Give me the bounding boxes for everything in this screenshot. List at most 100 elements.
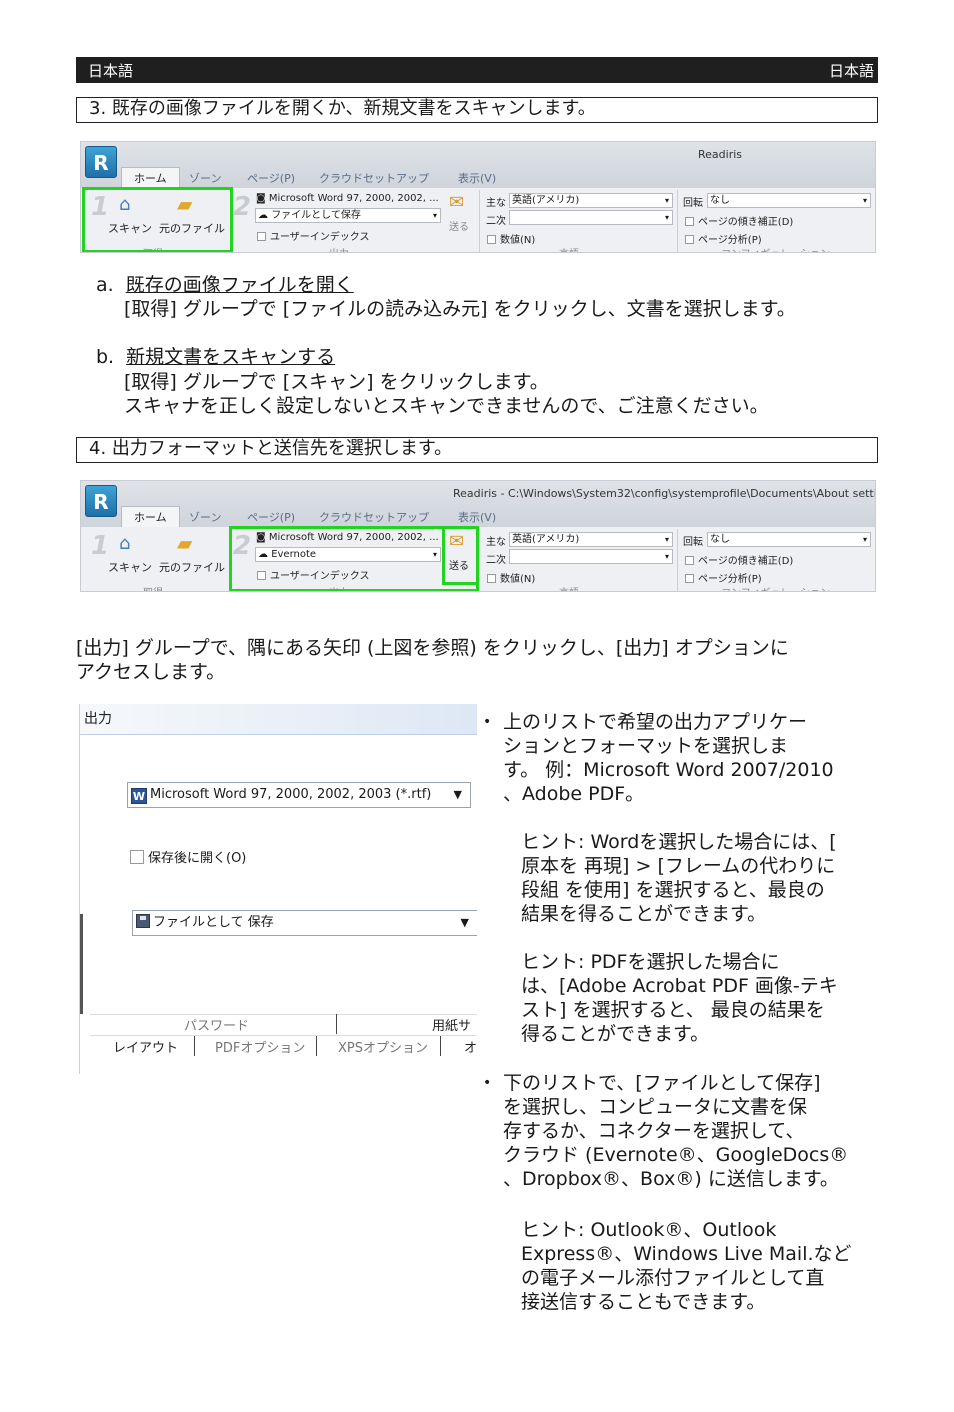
checkbox-icon — [685, 556, 694, 565]
save-icon — [136, 914, 150, 928]
word-format-icon: ◙ — [256, 193, 269, 204]
tab-separator — [440, 1036, 441, 1056]
tab-cloud-setup[interactable]: クラウドセットアップ — [319, 170, 429, 186]
bullet-dot: • — [483, 1075, 492, 1091]
destination-dropdown[interactable]: ファイルとして 保存 ▼ — [132, 910, 477, 936]
tab-home[interactable]: ホーム — [121, 167, 180, 189]
step3-heading: 3. 既存の画像ファイルを開くか、新規文書をスキャンします。 — [76, 97, 878, 123]
page-analysis-checkbox[interactable]: ページ分析(P) — [685, 231, 762, 246]
secondary-language-label: 二次 — [486, 555, 506, 566]
numeric-checkbox[interactable]: 数値(N) — [487, 231, 535, 246]
tab-xps-options[interactable]: XPSオプション — [338, 1037, 428, 1056]
tab-other[interactable]: オ — [464, 1037, 477, 1056]
tab-page[interactable]: ページ(P) — [247, 509, 295, 525]
dialog-edge — [80, 914, 83, 1014]
chevron-down-icon: ▾ — [432, 211, 437, 220]
tab-separator — [194, 1036, 195, 1056]
ribbon-tabs: ホーム ゾーン ページ(P) クラウドセットアップ 表示(V) — [81, 167, 875, 189]
send-button[interactable]: 送る — [449, 218, 469, 233]
text-line: 、Dropbox®、Box®) に送信します。 — [503, 1168, 839, 1190]
text-line: 存するか、コネクターを選択して、 — [503, 1120, 805, 1142]
primary-language-dropdown[interactable]: 英語(アメリカ) ▾ — [509, 532, 673, 547]
scan-button[interactable]: スキャン — [108, 559, 152, 575]
separator — [479, 529, 480, 591]
page-analysis-checkbox[interactable]: ページ分析(P) — [685, 570, 762, 585]
text-line: ヒント: PDFを選択した場合に — [521, 951, 780, 973]
open-after-save-label: 保存後に開く(O) — [148, 851, 247, 866]
user-index-checkbox[interactable]: ユーザーインデックス — [257, 228, 370, 243]
numeric-label: 数値(N) — [500, 235, 536, 246]
rotate-label: 回転 — [683, 537, 703, 548]
word-icon: W — [131, 788, 147, 804]
tab-paper-size[interactable]: 用紙サ — [432, 1015, 471, 1034]
primary-language-label: 主な — [486, 198, 506, 209]
numeric-checkbox[interactable]: 数値(N) — [487, 570, 535, 585]
item-b-text-1: [取得] グループで [スキャン] をクリックします。 — [124, 371, 549, 393]
bullet-1-text: 上のリストで希望の出力アプリケー ションとフォーマットを選択しま す。 例：Mi… — [503, 710, 834, 806]
deskew-checkbox[interactable]: ページの傾き補正(D) — [685, 213, 793, 228]
text-line: 上のリストで希望の出力アプリケー — [503, 711, 808, 733]
checkbox-checked-icon — [685, 235, 694, 244]
chevron-down-icon: ▾ — [862, 196, 867, 205]
text-line: す。 例：Microsoft Word 2007/2010 — [503, 759, 834, 781]
tab-view[interactable]: 表示(V) — [458, 509, 496, 525]
checkbox-checked-icon — [685, 574, 694, 583]
folder-icon: ▰ — [177, 531, 193, 555]
rotate-dropdown[interactable]: なし ▾ — [707, 532, 871, 547]
tab-home[interactable]: ホーム — [121, 506, 180, 528]
text-line: は、[Adobe Acrobat PDF 画像-テキ — [521, 975, 838, 997]
source-file-button[interactable]: 元のファイル — [159, 559, 225, 575]
text-line: 結果を得ることができます。 — [521, 903, 767, 925]
header-language-right: 日本語 — [828, 62, 874, 80]
tab-pdf-options[interactable]: PDFオプション — [215, 1037, 305, 1056]
checkbox-icon — [487, 574, 496, 583]
tab-password[interactable]: パスワード — [184, 1015, 249, 1034]
tab-zone[interactable]: ゾーン — [189, 509, 221, 525]
primary-language-value: 英語(アメリカ) — [512, 195, 580, 206]
chevron-down-icon: ▼ — [453, 788, 462, 801]
deskew-checkbox[interactable]: ページの傾き補正(D) — [685, 552, 793, 567]
group-acquire-label: 取得 — [143, 584, 163, 591]
checkbox-icon — [685, 217, 694, 226]
text-line: スト] を選択すると、 最良の結果を — [521, 999, 825, 1021]
open-after-save-checkbox[interactable]: 保存後に開く(O) — [130, 847, 246, 866]
text-line: クラウド (Evernote®、GoogleDocs® — [503, 1144, 849, 1166]
chevron-down-icon: ▾ — [664, 196, 669, 205]
rotate-dropdown[interactable]: なし ▾ — [707, 193, 871, 208]
tab-cloud-setup[interactable]: クラウドセットアップ — [319, 509, 429, 525]
dialog-divider — [80, 734, 477, 735]
tab-layout[interactable]: レイアウト — [113, 1037, 178, 1056]
group2-number: 2 — [233, 192, 252, 222]
item-b-text-2: スキャナを正しく設定しないとスキャンできませんので、ご注意ください。 — [124, 395, 769, 417]
bullet-2-text: 下のリストで、[ファイルとして保存] を選択し、コンピュータに文書を保 存するか… — [503, 1071, 848, 1191]
item-a-marker: a. — [96, 274, 114, 296]
output-format-dropdown[interactable]: W Microsoft Word 97, 2000, 2002, 2003 (*.… — [127, 782, 471, 808]
group-language-label: 言語 — [559, 245, 579, 252]
text-line: を選択し、コンピュータに文書を保 — [503, 1096, 808, 1118]
tab-zone[interactable]: ゾーン — [189, 170, 221, 186]
deskew-label: ページの傾き補正(D) — [698, 556, 794, 567]
group-language-label: 言語 — [559, 584, 579, 591]
text-line: 下のリストで、[ファイルとして保存] — [503, 1072, 821, 1094]
destination-dropdown[interactable]: ☁ ファイルとして保存 ▾ — [255, 208, 441, 223]
primary-language-dropdown[interactable]: 英語(アメリカ) ▾ — [509, 193, 673, 208]
format-selector[interactable]: ◙ Microsoft Word 97, 2000, 2002, ... — [256, 193, 439, 204]
send-icon: ✉ — [449, 192, 465, 213]
secondary-language-dropdown[interactable]: ▾ — [509, 210, 673, 225]
destination-value: ファイルとして保存 — [271, 210, 361, 221]
separator — [677, 190, 678, 252]
primary-language-label: 主な — [486, 537, 506, 548]
header-language-left: 日本語 — [88, 62, 134, 80]
ribbon-tabs: ホーム ゾーン ページ(P) クラウドセットアップ 表示(V) — [81, 506, 875, 528]
chevron-down-icon: ▾ — [664, 535, 669, 544]
tab-page[interactable]: ページ(P) — [247, 170, 295, 186]
separator — [479, 190, 480, 252]
text-line: ヒント: Outlook®、Outlook — [521, 1219, 777, 1241]
output-format-value: Microsoft Word 97, 2000, 2002, 2003 (*.r… — [150, 787, 432, 802]
item-a-heading: 既存の画像ファイルを開く — [125, 274, 354, 296]
separator — [677, 529, 678, 591]
chevron-down-icon: ▼ — [460, 916, 469, 929]
item-a: a. 既存の画像ファイルを開く — [96, 273, 354, 297]
secondary-language-dropdown[interactable]: ▾ — [509, 549, 673, 564]
tab-view[interactable]: 表示(V) — [458, 170, 496, 186]
